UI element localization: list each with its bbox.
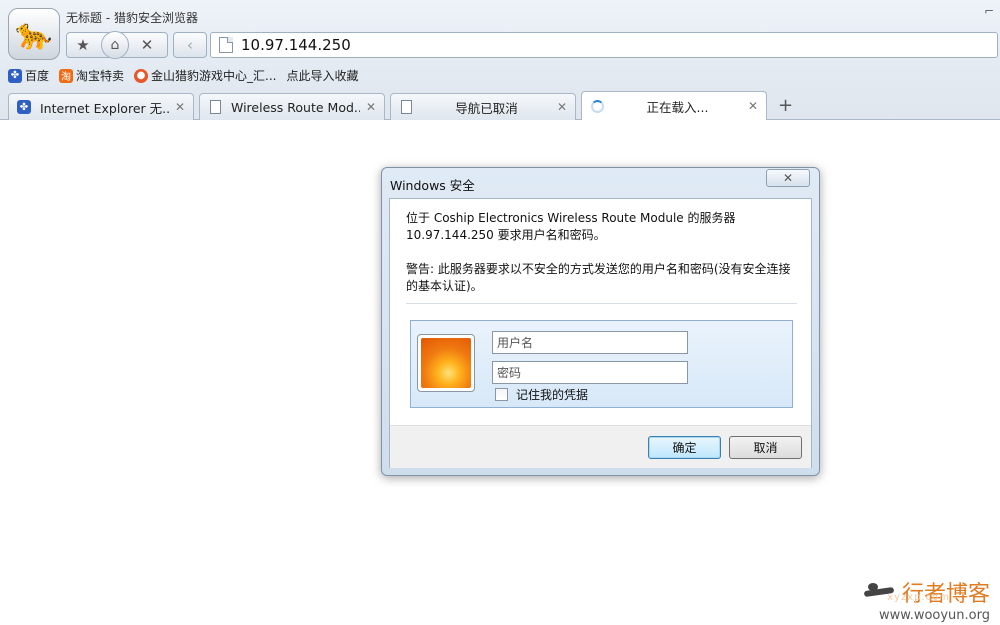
remember-credentials-row[interactable]: 记住我的凭据: [495, 386, 588, 403]
dialog-title: Windows 安全: [390, 178, 475, 193]
back-button[interactable]: ‹: [174, 33, 206, 57]
watermark-faint-url: xyzxp.com: [887, 592, 950, 603]
cancel-button[interactable]: 取消: [729, 436, 802, 459]
tab-close-icon[interactable]: ✕: [366, 100, 376, 114]
credential-panel: 记住我的凭据: [410, 320, 793, 408]
tab-close-icon[interactable]: ✕: [175, 100, 185, 114]
divider: [406, 303, 797, 304]
watermark: xyzxp.com 行者博客 www.wooyun.org: [864, 576, 990, 623]
taobao-icon: 淘: [59, 68, 74, 83]
watermark-url: www.wooyun.org: [878, 608, 990, 623]
window-menu-icon[interactable]: ⌐: [984, 4, 994, 18]
bookmark-game-center[interactable]: ● 金山猎豹游戏中心_汇...: [134, 67, 276, 84]
nav-button-group: ★ ⌂ ✕: [66, 31, 168, 59]
back-button-group: ‹: [173, 32, 207, 58]
address-bar[interactable]: 10.97.144.250: [210, 32, 998, 58]
baidu-paw-icon: ✤: [8, 68, 22, 83]
tab-wireless-route[interactable]: Wireless Route Mod... ✕: [199, 93, 385, 120]
page-icon: [219, 37, 233, 53]
import-bookmarks-link[interactable]: 点此导入收藏: [286, 67, 358, 84]
address-input[interactable]: 10.97.144.250: [241, 36, 351, 54]
close-icon: ✕: [140, 36, 154, 54]
window-controls[interactable]: ⌐: [984, 4, 994, 18]
chevron-left-icon: ‹: [187, 36, 193, 54]
tab-label: Internet Explorer 无...: [40, 100, 169, 116]
cheetah-logo-icon[interactable]: 🐆: [8, 8, 60, 60]
browser-chrome: 🐆 无标题 - 猎豹安全浏览器 ⌐ ★ ⌂ ✕ ‹ 10.97.144.250 …: [0, 0, 1000, 120]
security-warning: 警告: 此服务器要求以不安全的方式发送您的用户名和密码(没有安全连接的基本认证)…: [406, 262, 791, 293]
baidu-paw-icon: ✤: [17, 100, 31, 114]
stop-button[interactable]: ✕: [131, 33, 163, 57]
user-tile-image: [417, 334, 475, 392]
close-icon: ✕: [782, 171, 794, 185]
document-icon: [208, 100, 222, 114]
home-button[interactable]: ⌂: [101, 31, 129, 59]
game-icon: ●: [134, 68, 149, 83]
new-tab-button[interactable]: +: [778, 95, 793, 116]
remember-checkbox[interactable]: [495, 388, 508, 401]
tab-internet-explorer[interactable]: ✤ Internet Explorer 无... ✕: [8, 93, 194, 120]
bookmark-label: 金山猎豹游戏中心_汇...: [151, 69, 277, 83]
remember-label: 记住我的凭据: [516, 388, 589, 402]
home-icon: ⌂: [110, 37, 120, 53]
tab-close-icon[interactable]: ✕: [748, 99, 758, 113]
window-title: 无标题 - 猎豹安全浏览器: [66, 11, 198, 25]
dialog-close-button[interactable]: ✕: [766, 169, 810, 187]
tab-navigation-cancelled[interactable]: 导航已取消 ✕: [390, 93, 576, 120]
tab-label: Wireless Route Mod...: [231, 99, 360, 115]
bookmark-label: 百度: [25, 69, 50, 83]
bookmarks-bar: ✤ 百度 淘 淘宝特卖 ● 金山猎豹游戏中心_汇... 点此导入收藏: [8, 67, 359, 84]
flower-icon: [421, 338, 471, 388]
tab-strip: ✤ Internet Explorer 无... ✕ Wireless Rout…: [8, 91, 793, 120]
bookmark-baidu[interactable]: ✤ 百度: [8, 67, 49, 84]
bookmark-label: 点此导入收藏: [286, 69, 359, 83]
star-icon: ★: [76, 36, 90, 54]
windows-security-dialog: Windows 安全 ✕ 位于 Coship Electronics Wirel…: [381, 167, 820, 476]
tab-close-icon[interactable]: ✕: [557, 100, 567, 114]
document-icon: [399, 100, 413, 114]
tab-label: 导航已取消: [455, 100, 518, 116]
dialog-body: 位于 Coship Electronics Wireless Route Mod…: [389, 198, 812, 468]
loading-spinner-icon: [590, 99, 604, 113]
bookmark-taobao[interactable]: 淘 淘宝特卖: [59, 67, 124, 84]
server-message: 位于 Coship Electronics Wireless Route Mod…: [406, 211, 736, 242]
favorite-button[interactable]: ★: [67, 33, 99, 57]
tab-loading[interactable]: 正在载入... ✕: [581, 91, 767, 120]
bird-logo-icon: [864, 583, 896, 601]
tab-label: 正在载入...: [646, 99, 709, 115]
username-field[interactable]: [492, 331, 688, 354]
ok-button[interactable]: 确定: [648, 436, 721, 459]
password-field[interactable]: [492, 361, 688, 384]
bookmark-label: 淘宝特卖: [76, 69, 125, 83]
dialog-button-bar: 确定 取消: [390, 425, 811, 468]
